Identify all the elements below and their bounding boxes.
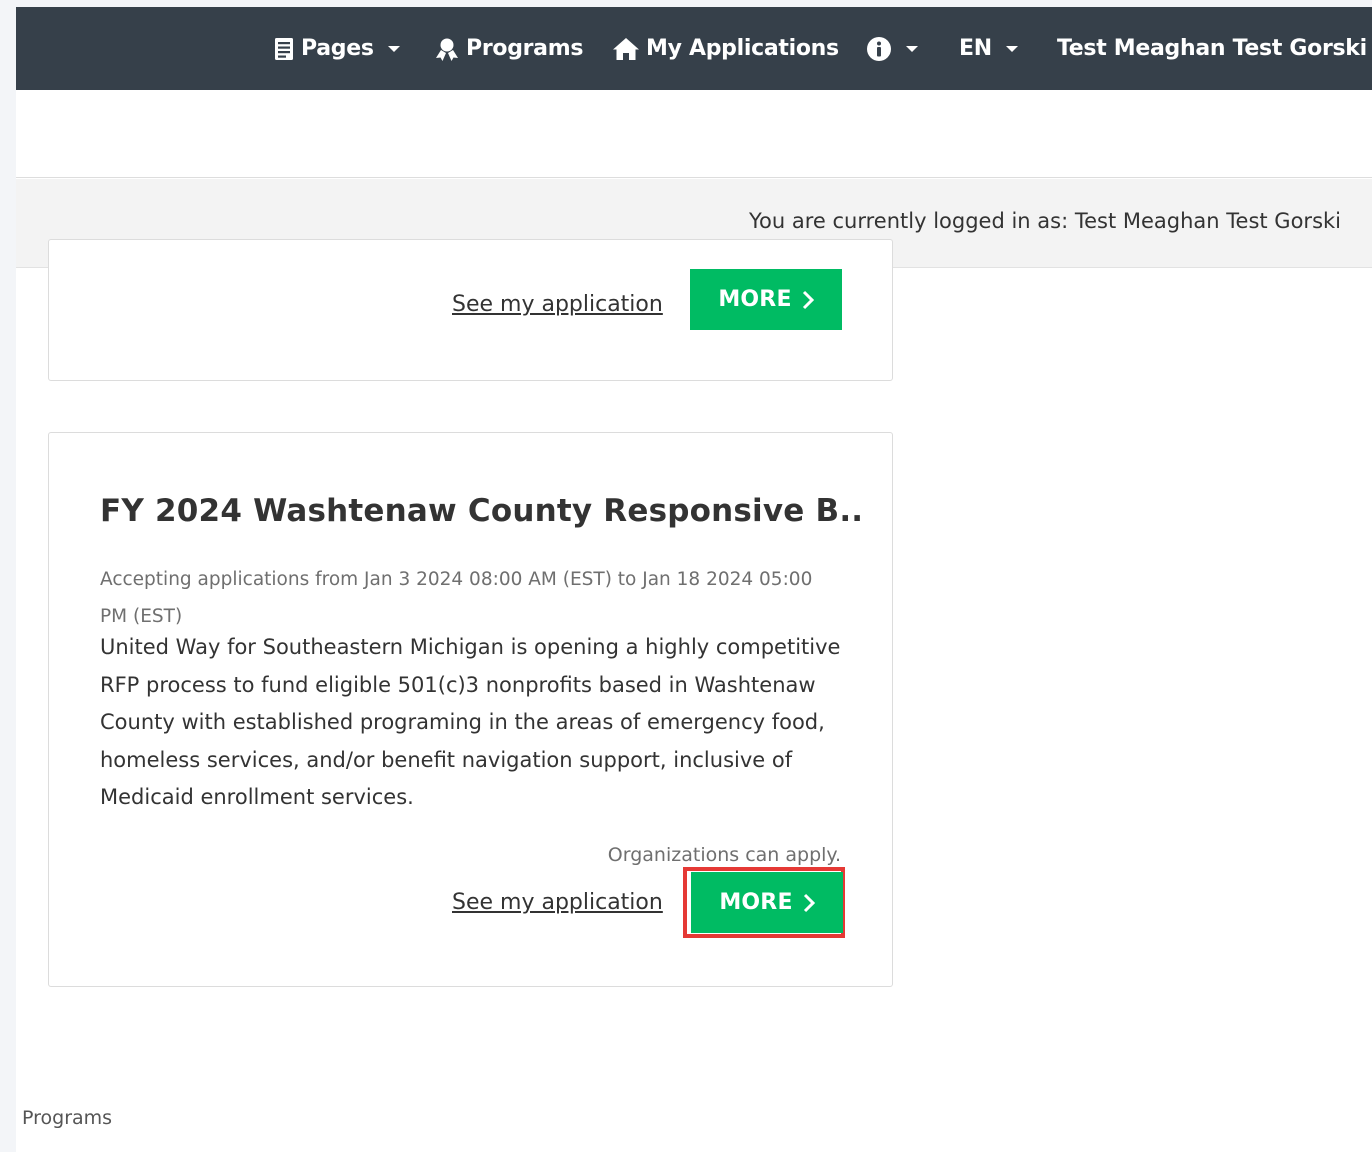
app-window: Pages Programs My Applications EN Test M… — [16, 7, 1372, 1152]
nav-language-label: EN — [959, 36, 992, 61]
nav-info-menu[interactable] — [866, 7, 918, 90]
caret-down-icon — [1005, 45, 1018, 52]
nav-programs-link[interactable]: Programs — [434, 7, 583, 90]
program-card: See my application MORE — [48, 239, 893, 381]
more-button[interactable]: MORE — [691, 872, 843, 933]
chevron-right-icon — [803, 893, 815, 913]
home-icon — [612, 37, 640, 61]
program-title: FY 2024 Washtenaw County Responsive B... — [100, 493, 860, 529]
nav-pages-label: Pages — [301, 36, 374, 61]
more-button[interactable]: MORE — [690, 269, 842, 330]
more-button-label: MORE — [719, 890, 793, 915]
nav-my-applications-link[interactable]: My Applications — [612, 7, 839, 90]
pages-icon — [273, 37, 295, 61]
highlight-box: MORE — [683, 867, 845, 938]
see-my-application-link[interactable]: See my application — [452, 292, 663, 317]
application-dates: Accepting applications from Jan 3 2024 0… — [100, 569, 813, 627]
info-icon — [866, 36, 892, 62]
program-description: United Way for Southeastern Michigan is … — [100, 635, 841, 809]
subheader-strip — [16, 90, 1372, 178]
nav-user-menu[interactable]: Test Meaghan Test Gorski — [1057, 7, 1372, 90]
footer-programs-link[interactable]: Programs — [22, 1107, 112, 1129]
more-button-label: MORE — [718, 287, 792, 312]
programs-icon — [434, 37, 460, 61]
program-card: FY 2024 Washtenaw County Responsive B...… — [48, 432, 893, 987]
see-my-application-link[interactable]: See my application — [452, 890, 663, 915]
chevron-right-icon — [802, 290, 814, 310]
caret-down-icon — [906, 45, 918, 52]
nav-pages-menu[interactable]: Pages — [273, 7, 400, 90]
eligibility-note: Organizations can apply. — [607, 844, 841, 866]
nav-programs-label: Programs — [466, 36, 584, 61]
nav-language-menu[interactable]: EN — [959, 7, 1018, 90]
nav-my-applications-label: My Applications — [646, 36, 839, 61]
caret-down-icon — [387, 45, 400, 52]
top-navbar: Pages Programs My Applications EN Test M… — [16, 7, 1372, 90]
nav-user-label: Test Meaghan Test Gorski — [1057, 36, 1367, 61]
login-status-text: You are currently logged in as: Test Mea… — [749, 209, 1341, 233]
